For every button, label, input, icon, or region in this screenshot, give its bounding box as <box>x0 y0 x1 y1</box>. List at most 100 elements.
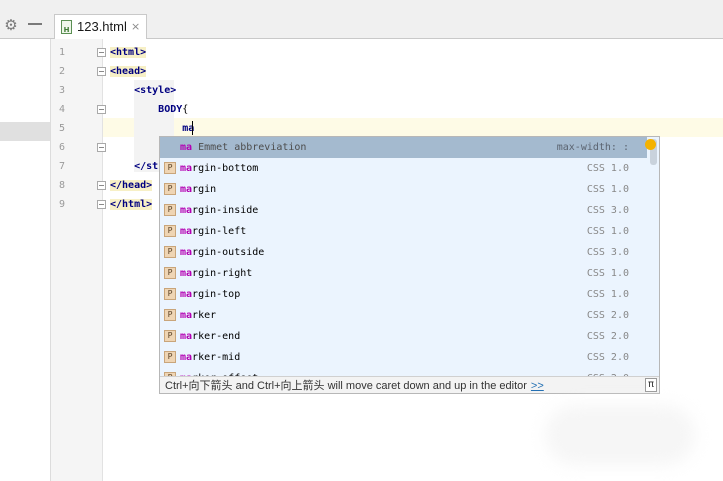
completion-item-text: Emmet abbreviation <box>192 142 307 153</box>
completion-item[interactable]: Pmargin-left CSS 1.0 <box>160 221 647 242</box>
gear-icon[interactable]: ⚙ <box>2 16 20 34</box>
code-line: <html> <box>110 43 147 62</box>
completion-hint-bar: Ctrl+向下箭头 and Ctrl+向上箭头 will move caret … <box>160 376 659 393</box>
completion-match: ma <box>180 226 193 237</box>
completion-item-type: CSS 2.0 <box>586 352 629 363</box>
line-number: 9 <box>58 199 65 210</box>
completion-match: ma <box>180 163 193 174</box>
completion-item-label: margin-bottom <box>180 158 258 179</box>
line-number: 8 <box>58 180 65 191</box>
completion-item-label: ma Emmet abbreviation <box>180 137 306 158</box>
line-number: 3 <box>58 85 65 96</box>
completion-item-text: rgin <box>192 184 217 195</box>
completion-item-type: CSS 3.0 <box>586 205 629 216</box>
completion-item-type: CSS 1.0 <box>586 163 629 174</box>
completion-item-label: margin <box>180 179 216 200</box>
completion-popup: ma Emmet abbreviation max-width: : Pmarg… <box>159 136 660 394</box>
completion-item-selected[interactable]: ma Emmet abbreviation max-width: : <box>160 137 647 158</box>
property-badge-icon: P <box>164 204 176 216</box>
line-number: 7 <box>58 161 65 172</box>
property-badge-icon: P <box>164 309 176 321</box>
lightbulb-icon[interactable] <box>645 139 656 150</box>
completion-match: ma <box>180 310 193 321</box>
completion-item[interactable]: Pmargin-inside CSS 3.0 <box>160 200 647 221</box>
completion-item-type: CSS 3.0 <box>586 247 629 258</box>
code-token: { <box>182 104 189 115</box>
completion-item[interactable]: Pmargin-right CSS 1.0 <box>160 263 647 284</box>
code-line: </html> <box>110 195 153 214</box>
code-line: <head> <box>110 62 147 81</box>
text-caret <box>192 121 193 135</box>
close-icon[interactable]: × <box>131 18 140 36</box>
completion-match: ma <box>180 184 193 195</box>
completion-item-label: margin-outside <box>180 242 264 263</box>
hide-panel-icon[interactable] <box>28 23 42 25</box>
completion-item-text: rker <box>192 310 217 321</box>
completion-item-type: CSS 1.0 <box>586 184 629 195</box>
completion-item-text: rker-mid <box>192 352 241 363</box>
code-token: </html> <box>110 199 153 210</box>
completion-item[interactable]: Pmargin CSS 1.0 <box>160 179 647 200</box>
completion-list: ma Emmet abbreviation max-width: : Pmarg… <box>160 137 647 377</box>
property-badge-icon: P <box>164 288 176 300</box>
completion-item-text: rgin-top <box>192 289 241 300</box>
completion-match: ma <box>180 268 193 279</box>
completion-item[interactable]: Pmarker-end CSS 2.0 <box>160 326 647 347</box>
completion-item-label: marker-mid <box>180 347 240 368</box>
project-tool-window <box>0 39 51 481</box>
code-line: } <box>110 138 164 157</box>
completion-item-type: max-width: : <box>556 142 629 153</box>
line-number: 6 <box>58 142 65 153</box>
completion-item-text: rker-end <box>192 331 241 342</box>
line-number-gutter: 1 2 3 4 5 6 7 8 9 <box>51 39 106 481</box>
completion-item-label: margin-left <box>180 221 246 242</box>
tab-123-html[interactable]: H 123.html × <box>54 14 147 39</box>
property-badge-icon: P <box>164 225 176 237</box>
completion-item[interactable]: Pmargin-outside CSS 3.0 <box>160 242 647 263</box>
completion-match: ma <box>180 331 193 342</box>
code-token: <head> <box>110 66 147 77</box>
code-token: </head> <box>110 180 153 191</box>
hint-more-link[interactable]: >> <box>531 380 544 392</box>
completion-match: ma <box>180 142 193 153</box>
line-number: 4 <box>58 104 65 115</box>
completion-item-text: rgin-left <box>192 226 247 237</box>
completion-item-type: CSS 2.0 <box>586 310 629 321</box>
completion-item-label: margin-top <box>180 284 240 305</box>
pin-popup-icon[interactable]: π <box>645 378 657 392</box>
code-token: BODY <box>158 104 183 115</box>
code-token: <html> <box>110 47 147 58</box>
completion-item[interactable]: Pmargin-bottom CSS 1.0 <box>160 158 647 179</box>
line-number: 5 <box>58 123 65 134</box>
project-selected-row[interactable] <box>0 122 50 141</box>
line-number: 1 <box>58 47 65 58</box>
completion-item-label: marker-end <box>180 326 240 347</box>
hint-text: Ctrl+向下箭头 and Ctrl+向上箭头 will move caret … <box>165 380 527 392</box>
completion-item[interactable]: Pmarker-mid CSS 2.0 <box>160 347 647 368</box>
completion-item-text: rgin-inside <box>192 205 259 216</box>
code-line: </head> <box>110 176 153 195</box>
completion-item[interactable]: Pmarker CSS 2.0 <box>160 305 647 326</box>
code-token: <style> <box>134 85 177 96</box>
property-badge-icon: P <box>164 162 176 174</box>
property-badge-icon: P <box>164 330 176 342</box>
completion-item-type: CSS 2.0 <box>586 331 629 342</box>
completion-item[interactable]: Pmargin-top CSS 1.0 <box>160 284 647 305</box>
property-badge-icon: P <box>164 246 176 258</box>
completion-match: ma <box>180 289 193 300</box>
completion-item-type: CSS 1.0 <box>586 226 629 237</box>
completion-scrollbar[interactable] <box>648 137 659 377</box>
tab-title: 123.html <box>77 19 127 34</box>
completion-item-label: margin-inside <box>180 200 258 221</box>
completion-item-label: margin-right <box>180 263 252 284</box>
editor-tab-bar: ⚙ H 123.html × <box>0 0 723 39</box>
property-badge-icon: P <box>164 183 176 195</box>
completion-match: ma <box>180 352 193 363</box>
completion-hint-text: Ctrl+向下箭头 and Ctrl+向上箭头 will move caret … <box>165 378 544 393</box>
property-badge-icon: P <box>164 267 176 279</box>
